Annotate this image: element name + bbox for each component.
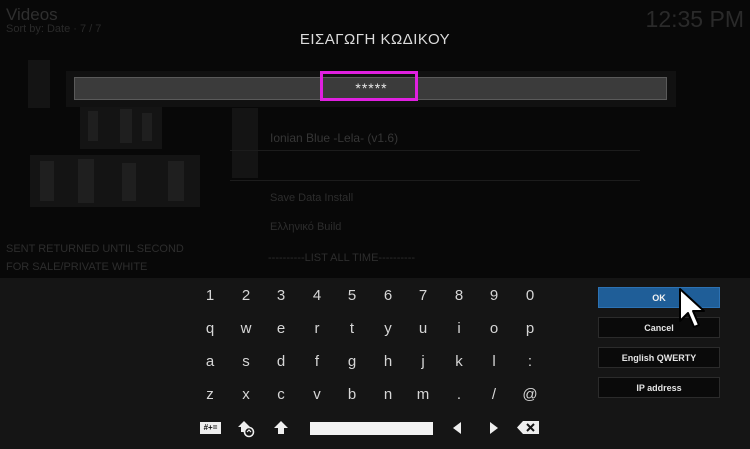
side-text: FOR SALE/PRIVATE WHITE: [6, 261, 148, 273]
divider: [230, 180, 640, 181]
key[interactable]: f: [300, 349, 334, 375]
cursor-right-icon[interactable]: [488, 421, 500, 435]
backspace-icon[interactable]: [517, 421, 539, 434]
layout-switch-icon[interactable]: [236, 418, 256, 438]
key[interactable]: i: [442, 316, 476, 342]
key[interactable]: 3: [264, 283, 298, 309]
key[interactable]: 2: [229, 283, 263, 309]
key[interactable]: 1: [193, 283, 227, 309]
list-item: ----------LIST ALL TIME----------: [268, 252, 416, 264]
key[interactable]: o: [477, 316, 511, 342]
list-icon: [232, 108, 258, 178]
key[interactable]: p: [513, 316, 547, 342]
key[interactable]: v: [300, 382, 334, 408]
key[interactable]: q: [193, 316, 227, 342]
window-title: Videos: [6, 5, 58, 24]
side-text: SENT RETURNED UNTIL SECOND: [6, 243, 184, 255]
thumbnail: [30, 155, 200, 207]
dialog-title: ΕΙΣΑΓΩΓΗ ΚΩΔΙΚΟΥ: [299, 31, 451, 48]
space-bar[interactable]: [310, 422, 433, 435]
divider: [230, 150, 640, 151]
key[interactable]: 7: [406, 283, 440, 309]
cursor-left-icon[interactable]: [451, 421, 463, 435]
shift-icon[interactable]: [273, 420, 289, 436]
clock: 12:35 PM: [645, 6, 744, 32]
key[interactable]: b: [335, 382, 369, 408]
key[interactable]: 6: [371, 283, 405, 309]
key[interactable]: 8: [442, 283, 476, 309]
ip-address-button[interactable]: IP address: [598, 377, 720, 398]
key[interactable]: l: [477, 349, 511, 375]
key[interactable]: u: [406, 316, 440, 342]
key[interactable]: j: [406, 349, 440, 375]
key[interactable]: .: [442, 382, 476, 408]
list-item: Ελληνικό Build: [270, 221, 342, 233]
key[interactable]: s: [229, 349, 263, 375]
thumbnail: [28, 60, 50, 108]
key[interactable]: 5: [335, 283, 369, 309]
on-screen-keyboard: 1 2 3 4 5 6 7 8 9 0 q w e r t y u i o p a s d f g h j k l: z x c v b n m. / @…: [0, 278, 750, 449]
key[interactable]: t: [335, 316, 369, 342]
key[interactable]: n: [371, 382, 405, 408]
thumbnail: [80, 105, 162, 149]
list-item: Ionian Blue -Lela- (v1.6): [270, 131, 399, 145]
key[interactable]: d: [264, 349, 298, 375]
key[interactable]: x: [229, 382, 263, 408]
key[interactable]: :: [513, 349, 547, 375]
key[interactable]: k: [442, 349, 476, 375]
keyboard-layout-button[interactable]: English QWERTY: [598, 347, 720, 368]
key[interactable]: r: [300, 316, 334, 342]
key[interactable]: e: [264, 316, 298, 342]
key[interactable]: m: [406, 382, 440, 408]
key[interactable]: w: [229, 316, 263, 342]
key[interactable]: y: [371, 316, 405, 342]
symbols-key[interactable]: #+=: [200, 422, 221, 434]
list-item: Save Data Install: [270, 192, 354, 204]
mouse-pointer-icon: [679, 288, 705, 328]
key[interactable]: 4: [300, 283, 334, 309]
input-highlight-box: [320, 71, 418, 101]
key[interactable]: 0: [513, 283, 547, 309]
key[interactable]: g: [335, 349, 369, 375]
key[interactable]: c: [264, 382, 298, 408]
key[interactable]: a: [193, 349, 227, 375]
key[interactable]: @: [513, 382, 547, 408]
key[interactable]: /: [477, 382, 511, 408]
key[interactable]: z: [193, 382, 227, 408]
key[interactable]: 9: [477, 283, 511, 309]
key[interactable]: h: [371, 349, 405, 375]
